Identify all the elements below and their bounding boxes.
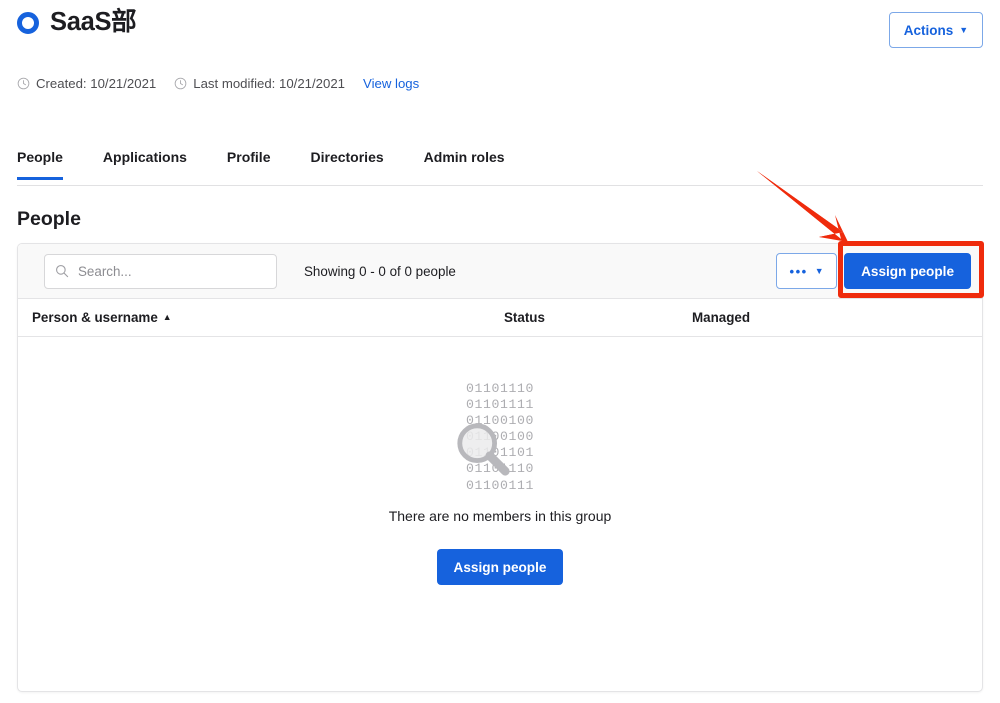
group-name: SaaS部 (50, 8, 137, 36)
column-header-managed[interactable]: Managed (692, 310, 892, 325)
page-header: SaaS部 Actions ▼ Created: 10/21/2021 Last… (0, 0, 1000, 110)
column-header-status-label: Status (504, 310, 545, 325)
ellipsis-icon: ••• (789, 263, 808, 279)
metadata-row: Created: 10/21/2021 Last modified: 10/21… (17, 76, 419, 91)
empty-state: 01101110 01101111 01100100 01100100 0110… (18, 337, 982, 585)
tab-directories[interactable]: Directories (311, 149, 384, 180)
empty-state-message: There are no members in this group (388, 508, 612, 524)
empty-state-button-wrapper: Assign people (436, 549, 564, 585)
table-toolbar: Showing 0 - 0 of 0 people ••• ▼ Assign p… (18, 244, 982, 299)
actions-button-label: Actions (903, 22, 954, 38)
assign-people-button[interactable]: Assign people (844, 253, 971, 289)
toolbar-right-group: ••• ▼ Assign people (776, 253, 971, 289)
column-header-person-label: Person & username (32, 310, 158, 325)
empty-state-assign-people-button[interactable]: Assign people (436, 549, 564, 585)
last-modified-label: Last modified: 10/21/2021 (193, 76, 346, 91)
created-label: Created: 10/21/2021 (36, 76, 157, 91)
sort-ascending-icon: ▲ (162, 312, 172, 322)
more-options-button[interactable]: ••• ▼ (776, 253, 838, 289)
column-header-managed-label: Managed (692, 310, 751, 325)
tab-admin-roles[interactable]: Admin roles (424, 149, 505, 180)
people-card: Showing 0 - 0 of 0 people ••• ▼ Assign p… (17, 243, 983, 692)
column-header-status[interactable]: Status (504, 310, 692, 325)
binary-row: 01100111 (465, 477, 535, 493)
group-ring-icon (17, 11, 39, 34)
title-row: SaaS部 (17, 8, 137, 36)
search-input[interactable] (44, 253, 277, 289)
tab-applications[interactable]: Applications (103, 149, 187, 180)
created-meta: Created: 10/21/2021 (17, 76, 156, 91)
search-icon (56, 264, 69, 277)
chevron-down-icon: ▼ (959, 24, 969, 35)
magnifier-over-binary-icon: 01101110 01101111 01100100 01100100 0110… (430, 381, 570, 493)
binary-row: 01101111 (465, 397, 535, 413)
clock-icon (17, 77, 30, 90)
view-logs-link[interactable]: View logs (363, 76, 419, 91)
magnifier-icon (457, 423, 510, 476)
modified-meta: Last modified: 10/21/2021 (174, 76, 345, 91)
tab-bar: People Applications Profile Directories … (17, 148, 983, 186)
tab-profile[interactable]: Profile (227, 149, 271, 180)
showing-count-text: Showing 0 - 0 of 0 people (304, 263, 456, 279)
table-header-row: Person & username ▲ Status Managed (18, 299, 982, 337)
section-title: People (17, 208, 81, 230)
clock-icon (174, 77, 187, 90)
binary-row: 01101110 (465, 381, 535, 396)
actions-button[interactable]: Actions ▼ (889, 12, 983, 48)
search-wrapper (44, 253, 277, 289)
tab-people[interactable]: People (17, 149, 63, 180)
chevron-down-icon: ▼ (814, 265, 824, 276)
column-header-person[interactable]: Person & username ▲ (32, 310, 504, 325)
